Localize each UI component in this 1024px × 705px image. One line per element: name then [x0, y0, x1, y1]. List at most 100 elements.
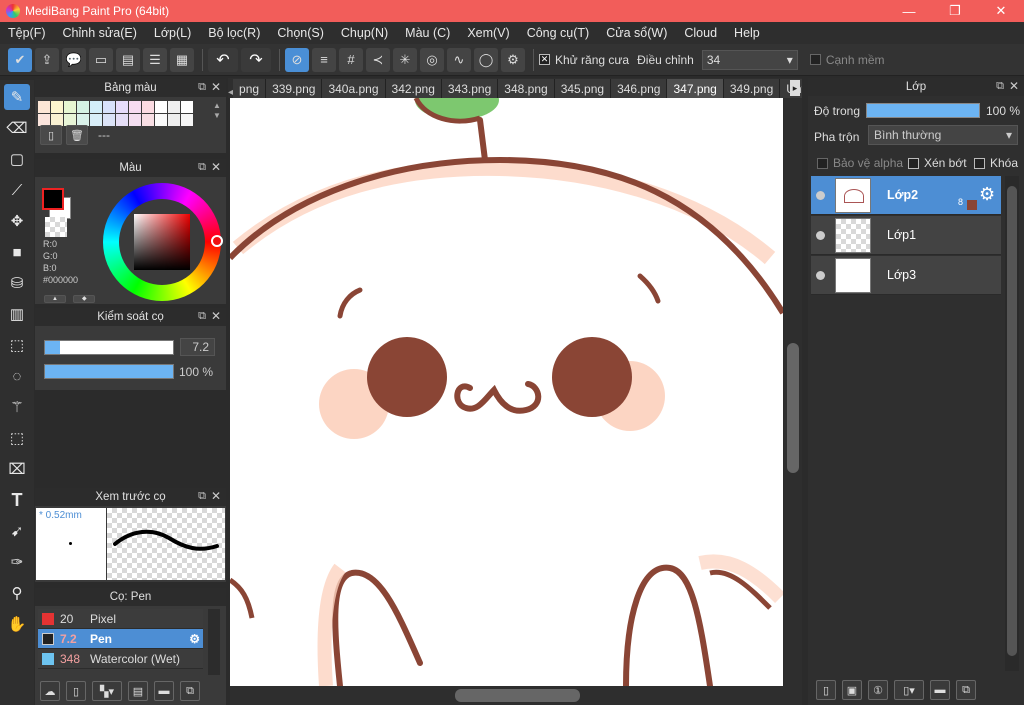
fill-rect-tool-icon[interactable]: ■ [4, 239, 30, 265]
layer-menu-icon[interactable]: ▯▾ [894, 680, 924, 700]
swatch[interactable] [168, 101, 180, 113]
brush-item-watercolor[interactable]: 348 Watercolor (Wet) [38, 649, 203, 669]
panel-layout-icon[interactable]: ▦ [170, 47, 194, 72]
rect-select-tool-icon[interactable]: ⬚ [4, 332, 30, 358]
hand-tool-icon[interactable]: ✋ [4, 611, 30, 637]
menu-color[interactable]: Màu (C) [405, 26, 450, 40]
tab-345[interactable]: 345.png [554, 79, 612, 98]
vertical-scroll-thumb[interactable] [787, 343, 799, 473]
swatch[interactable] [116, 114, 128, 126]
operation-tool-icon[interactable]: ➹ [4, 518, 30, 544]
lasso-tool-icon[interactable]: ◌ [4, 363, 30, 389]
foreground-color-swatch[interactable] [42, 188, 64, 210]
tab-340a[interactable]: 340a.png [322, 79, 386, 98]
swatch[interactable] [129, 114, 141, 126]
tab-346[interactable]: 346.png [611, 79, 668, 98]
undock-icon[interactable]: ⧉ [198, 310, 206, 323]
close-panel-icon[interactable]: ✕ [211, 489, 221, 503]
palette-scroll-arrows[interactable]: ▲ ▼ [213, 101, 221, 121]
hue-knob[interactable] [211, 235, 223, 247]
move-tool-icon[interactable]: ✥ [4, 208, 30, 234]
layer-row-lop3[interactable]: Lớp3 [811, 256, 1001, 295]
tab-scroll-right-icon[interactable]: ▸ [790, 80, 800, 96]
close-panel-icon[interactable]: ✕ [211, 160, 221, 174]
swatch[interactable] [77, 101, 89, 113]
brush-item-pen[interactable]: 7.2 Pen ⚙ [38, 629, 203, 649]
brush-size-slider[interactable] [44, 340, 174, 355]
swatch[interactable] [116, 101, 128, 113]
undock-icon[interactable]: ⧉ [198, 490, 206, 503]
layer-row-lop2[interactable]: Lớp2 8 ⚙ [811, 176, 1001, 215]
ellipse-snap-icon[interactable]: ◯ [474, 47, 498, 72]
add-swatch-icon[interactable]: ▲ [44, 295, 66, 303]
eye-icon[interactable] [816, 190, 825, 200]
radial-snap-icon[interactable]: ✳ [393, 47, 417, 72]
menu-help[interactable]: Help [734, 26, 760, 40]
brush-settings-gear-icon[interactable]: ⚙ [189, 632, 200, 646]
magic-wand-tool-icon[interactable]: ⚚ [4, 394, 30, 420]
new-brush-icon[interactable]: ▯ [66, 681, 86, 701]
swatch[interactable] [129, 101, 141, 113]
swatch[interactable] [51, 101, 63, 113]
undock-icon[interactable]: ⧉ [996, 80, 1004, 93]
tab-339[interactable]: 339.png [266, 79, 323, 98]
new-palette-icon[interactable]: ▯ [40, 125, 62, 145]
menu-layer[interactable]: Lớp(L) [154, 26, 191, 40]
circle-snap-icon[interactable]: ◎ [420, 47, 444, 72]
undock-icon[interactable]: ⧉ [198, 81, 206, 94]
layer-scroll-thumb[interactable] [1007, 186, 1017, 656]
antialias-checkbox[interactable]: ✕ Khử răng cưa [539, 53, 629, 67]
dot-tool-icon[interactable]: ▢ [4, 146, 30, 172]
maximize-button[interactable]: ❐ [932, 0, 978, 22]
menu-cloud[interactable]: Cloud [684, 26, 717, 40]
menu-edit[interactable]: Chỉnh sửa(E) [63, 26, 137, 40]
menu-window[interactable]: Cửa sổ(W) [606, 26, 667, 40]
bucket-tool-icon[interactable]: ⛁ [4, 270, 30, 296]
brush-properties-icon[interactable]: ▤ [128, 681, 148, 701]
page-list-icon[interactable]: ☰ [143, 47, 167, 72]
select-pen-tool-icon[interactable]: ⬚ [4, 425, 30, 451]
menu-tools[interactable]: Công cụ(T) [527, 26, 590, 40]
duplicate-layer-icon[interactable]: ⧉ [956, 680, 976, 700]
horizontal-scroll-thumb[interactable] [455, 689, 580, 702]
grid-snap-icon[interactable]: # [339, 47, 363, 72]
layer-settings-gear-icon[interactable]: ⚙ [979, 184, 995, 205]
close-panel-icon[interactable]: ✕ [211, 80, 221, 94]
saturation-value-square[interactable] [134, 214, 190, 270]
menu-filter[interactable]: Bộ lọc(R) [208, 26, 260, 40]
perspective-snap-icon[interactable]: ≺ [366, 47, 390, 72]
close-panel-icon[interactable]: ✕ [1009, 79, 1019, 93]
select-eraser-tool-icon[interactable]: ⌧ [4, 456, 30, 482]
layer-list-scrollbar[interactable] [1005, 176, 1019, 671]
swatch[interactable] [155, 114, 167, 126]
new-8bit-layer-icon[interactable]: ① [868, 680, 888, 700]
curve-snap-icon[interactable]: ∿ [447, 47, 471, 72]
close-button[interactable]: ✕ [978, 0, 1024, 22]
swatch[interactable] [181, 101, 193, 113]
transparent-color-swatch[interactable] [45, 217, 67, 237]
divide-tool-icon[interactable]: ✑ [4, 549, 30, 575]
upload-icon[interactable]: ⇪ [35, 47, 59, 72]
tab-347[interactable]: 347.png [667, 79, 724, 98]
duplicate-brush-icon[interactable]: ⧉ [180, 681, 200, 701]
eye-icon[interactable] [816, 230, 825, 240]
eyedropper-tool-icon[interactable]: ⚲ [4, 580, 30, 606]
text-tool-icon[interactable]: T [4, 487, 30, 513]
add-brush-cloud-icon[interactable]: ☁ [40, 681, 60, 701]
brush-opacity-slider[interactable] [44, 364, 174, 379]
page-icon[interactable]: ▤ [116, 47, 140, 72]
layer-folder-icon[interactable]: ▬ [930, 680, 950, 700]
brush-item-pixel[interactable]: 20 Pixel [38, 609, 203, 629]
close-panel-icon[interactable]: ✕ [211, 309, 221, 323]
trash-icon[interactable]: 🗑 [66, 125, 88, 145]
swatch[interactable] [181, 114, 193, 126]
brush-tool-icon[interactable]: ✎ [4, 84, 30, 110]
lock-checkbox[interactable]: Khóa [974, 156, 1018, 170]
brush-list-scrollbar[interactable] [208, 609, 220, 675]
cloud-check-icon[interactable]: ✔ [8, 47, 32, 72]
gradient-tool-icon[interactable]: ▥ [4, 301, 30, 327]
comment-icon[interactable]: 💬 [62, 47, 86, 72]
protect-alpha-checkbox[interactable]: Bảo vệ alpha [817, 156, 903, 170]
redo-icon[interactable]: ↷ [241, 47, 271, 72]
swatch[interactable] [103, 101, 115, 113]
